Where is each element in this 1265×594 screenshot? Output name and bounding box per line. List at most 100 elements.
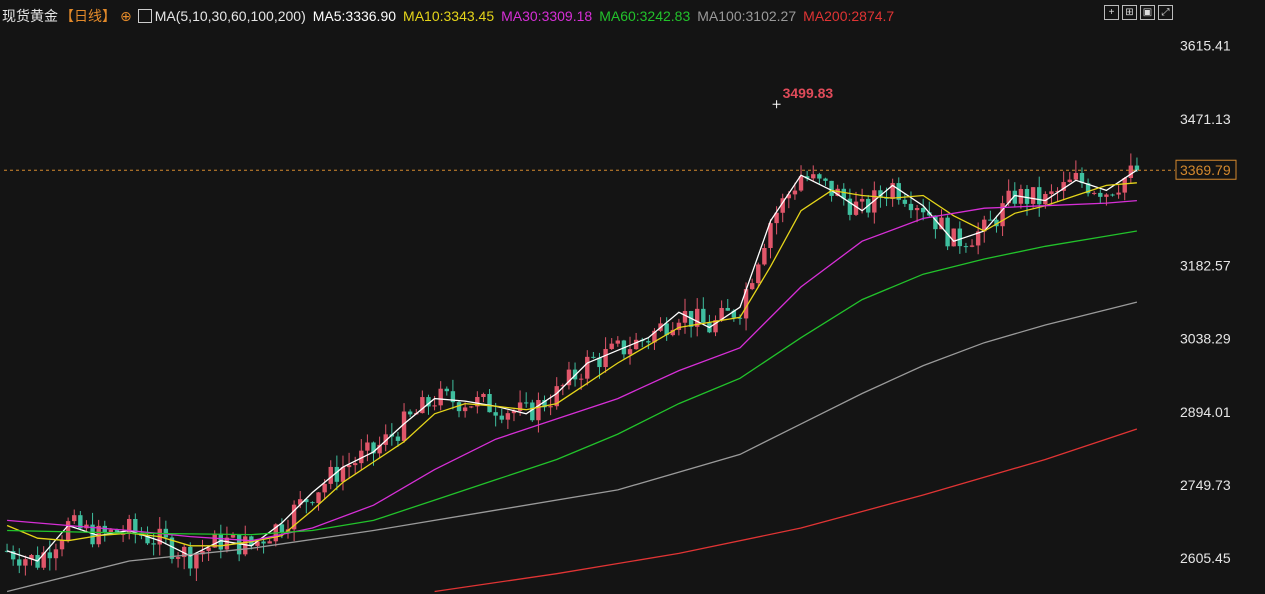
candle (72, 509, 77, 525)
candle-body (316, 492, 321, 504)
candle (10, 545, 16, 566)
candle (444, 386, 449, 396)
candle (615, 336, 621, 347)
candle-body (957, 228, 963, 247)
candle (352, 456, 358, 475)
candle (749, 278, 755, 291)
candle (102, 520, 107, 542)
candle-body (536, 399, 541, 421)
candle (1085, 178, 1091, 197)
candle-body (585, 356, 590, 379)
candle (188, 542, 193, 576)
candle (646, 338, 651, 350)
candle (438, 381, 443, 411)
candle-body (609, 343, 614, 349)
candle (762, 243, 767, 266)
candle-body (963, 246, 969, 248)
candle (695, 298, 700, 337)
candle-body (725, 307, 730, 311)
candle (249, 535, 254, 550)
candle (96, 519, 101, 548)
candle (127, 514, 132, 540)
candle (456, 400, 462, 418)
y-tick-label: 2749.73 (1180, 477, 1231, 493)
candle-body (505, 413, 511, 420)
candle-body (1030, 187, 1036, 204)
candle-body (1049, 191, 1054, 194)
high-value-label: 3499.83 (783, 85, 834, 101)
ma30-line (7, 199, 1137, 542)
candle-body (859, 198, 865, 202)
y-tick-label: 3471.13 (1180, 111, 1231, 127)
candle (823, 177, 828, 186)
candle-body (407, 411, 413, 415)
candle (1098, 189, 1103, 204)
candle-body (920, 208, 926, 213)
candle (169, 533, 175, 564)
candle-body (175, 557, 181, 559)
candle-body (188, 546, 193, 569)
candle (90, 512, 95, 548)
candle (536, 392, 541, 433)
candle (621, 339, 627, 359)
candle-body (395, 436, 401, 441)
candle-body (481, 393, 486, 398)
candle (499, 408, 504, 424)
candle-body (1000, 203, 1005, 227)
candle-body (523, 402, 529, 404)
candle (1128, 153, 1134, 184)
candle-body (682, 310, 688, 323)
candle-body (432, 405, 437, 407)
candle (59, 535, 65, 557)
candle (291, 500, 297, 542)
candle-body (267, 541, 272, 544)
candle (78, 510, 83, 531)
candlestick-series (4, 153, 1140, 582)
candle (920, 198, 926, 221)
candle (951, 228, 956, 247)
candle (523, 392, 529, 408)
candle-body (469, 406, 474, 408)
candle (310, 501, 315, 506)
candle-body (578, 378, 584, 380)
candle (194, 553, 199, 582)
candle-body (823, 178, 828, 181)
candle (817, 172, 822, 185)
candle-body (646, 341, 651, 343)
candle-body (1098, 192, 1103, 197)
y-tick-label: 2605.45 (1180, 550, 1231, 566)
candle (585, 350, 590, 386)
candle (487, 389, 492, 413)
candle-body (53, 549, 59, 559)
ma5-line (6, 169, 1138, 562)
candle-body (438, 388, 443, 406)
candle-body (1116, 192, 1121, 195)
candle-body (47, 552, 53, 559)
candle (383, 424, 388, 452)
ma100-line (6, 301, 1138, 593)
candle-body (499, 415, 504, 420)
candle (151, 533, 156, 556)
candle-body (627, 349, 633, 355)
price-chart[interactable]: 3615.41 3471.13 3182.57 3038.29 2894.01 2749.… (0, 0, 1265, 594)
candle-body (914, 208, 920, 211)
candle-body (401, 411, 407, 441)
candle-body (444, 388, 449, 392)
candle-body (1091, 192, 1097, 194)
candle-body (1134, 165, 1140, 171)
candle (957, 221, 963, 254)
candle-body (591, 356, 596, 358)
candle (359, 439, 364, 471)
candle-body (902, 199, 908, 204)
candle-body (59, 540, 65, 550)
moving-average-lines (6, 169, 1138, 593)
candle (658, 317, 663, 332)
candle (713, 315, 718, 337)
candle (163, 520, 169, 545)
candle (365, 434, 370, 462)
candle-body (261, 541, 266, 544)
candle (1030, 187, 1036, 208)
ma200-line (434, 428, 1138, 593)
ma60-line (7, 230, 1138, 536)
y-tick-label: 3182.57 (1180, 257, 1231, 273)
